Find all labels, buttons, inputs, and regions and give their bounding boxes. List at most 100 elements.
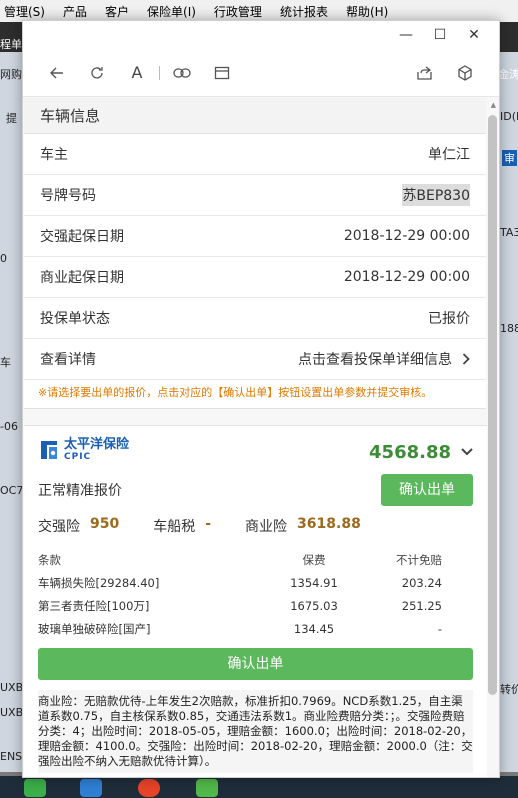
menu-item[interactable]: 管理(S) bbox=[4, 3, 45, 20]
owner-value: 单仁江 bbox=[428, 147, 470, 163]
bg-fragment: 0 bbox=[0, 252, 7, 265]
owner-row: 车主 单仁江 bbox=[24, 134, 486, 175]
compulsory-value: 950 bbox=[90, 516, 120, 532]
compulsory-label: 交强险 bbox=[38, 519, 80, 535]
bg-fragment: 提 bbox=[6, 112, 17, 125]
minimize-button[interactable]: — bbox=[389, 27, 423, 43]
share-icon[interactable] bbox=[405, 58, 445, 88]
background-left-panel bbox=[0, 52, 22, 772]
coverage-table: 条款 保费 不计免赔 车辆损失险[29284.40] 1354.91 203.2… bbox=[38, 548, 473, 640]
commercial-value: 3618.88 bbox=[297, 516, 361, 532]
policy-status-row: 投保单状态 已报价 bbox=[24, 298, 486, 339]
view-details-label: 查看详情 bbox=[40, 352, 96, 368]
chevron-down-icon[interactable] bbox=[461, 445, 473, 460]
bg-fragment: 程单 bbox=[0, 38, 22, 51]
insurer-logo: 太平洋保险 CPIC bbox=[38, 438, 129, 464]
menu-item[interactable]: 客户 bbox=[105, 3, 129, 20]
owner-label: 车主 bbox=[40, 147, 68, 163]
premium-cell: 1675.03 bbox=[290, 598, 338, 613]
bg-fragment: -06 bbox=[0, 420, 18, 433]
vertical-scrollbar[interactable] bbox=[488, 115, 497, 695]
bg-fragment: OC7 bbox=[0, 484, 24, 497]
arrow-left-icon[interactable] bbox=[37, 58, 77, 88]
deductible-cell: - bbox=[437, 621, 442, 636]
insurer-name-en: CPIC bbox=[64, 452, 92, 462]
premium-cell: 134.45 bbox=[293, 621, 335, 636]
link-icon[interactable] bbox=[162, 58, 202, 88]
premium-cell: 1354.91 bbox=[290, 575, 338, 590]
page-content: 车辆信息 车主 单仁江 号牌号码 苏BEP830 交强起保日期 2018-12-… bbox=[23, 98, 487, 777]
bg-fragment: 车 bbox=[0, 356, 11, 369]
bg-fragment: UXB bbox=[0, 681, 24, 694]
bg-fragment: ID(P bbox=[500, 110, 518, 123]
plate-value: 苏BEP830 bbox=[402, 184, 470, 206]
table-row: 车辆损失险[29284.40] 1354.91 203.24 bbox=[38, 571, 473, 594]
compulsory-start-value: 2018-12-29 00:00 bbox=[343, 228, 470, 244]
menu-item[interactable]: 产品 bbox=[63, 3, 87, 20]
close-button[interactable]: ✕ bbox=[457, 27, 491, 43]
deductible-cell: 203.24 bbox=[401, 575, 442, 590]
browser-toolbar: A bbox=[23, 49, 499, 97]
bg-fragment: 网购 bbox=[0, 68, 22, 81]
commercial-start-row: 商业起保日期 2018-12-29 00:00 bbox=[24, 257, 486, 298]
refresh-icon[interactable] bbox=[77, 58, 117, 88]
chevron-right-icon bbox=[462, 350, 470, 369]
bg-fragment: 188 bbox=[500, 322, 518, 335]
header-deductible: 不计免赔 bbox=[396, 552, 442, 567]
table-row: 玻璃单独破碎险[国产] 134.45 - bbox=[38, 617, 473, 640]
cpic-logo-icon bbox=[38, 439, 60, 463]
menu-item[interactable]: 统计报表 bbox=[280, 3, 328, 20]
table-header: 条款 保费 不计免赔 bbox=[38, 548, 473, 571]
menu-item[interactable]: 行政管理 bbox=[214, 3, 262, 20]
maximize-button[interactable]: ☐ bbox=[423, 27, 457, 43]
compulsory-start-row: 交强起保日期 2018-12-29 00:00 bbox=[24, 216, 486, 257]
bg-fragment: 转价 bbox=[500, 683, 518, 696]
confirm-issue-wide-button[interactable]: 确认出单 bbox=[38, 648, 473, 680]
header-clause: 条款 bbox=[38, 552, 61, 567]
table-row: 第三者责任险[100万] 1675.03 251.25 bbox=[38, 594, 473, 617]
instruction-tip: ※请选择要出单的报价，点击对应的【确认出单】按钮设置出单参数并提交审核。 bbox=[24, 380, 486, 409]
taskbar-app-icon[interactable] bbox=[24, 779, 46, 797]
commercial-start-value: 2018-12-29 00:00 bbox=[343, 269, 470, 285]
quote-remark: 商业险：无赔款优待-上年发生2次赔款，标准折扣0.7969。NCD系数1.25，… bbox=[38, 690, 473, 773]
clause-cell: 第三者责任险[100万] bbox=[38, 598, 150, 613]
taskbar-wechat-icon[interactable] bbox=[196, 779, 218, 797]
compulsory-start-label: 交强起保日期 bbox=[40, 229, 124, 245]
vehicle-info-card: 车辆信息 车主 单仁江 号牌号码 苏BEP830 交强起保日期 2018-12-… bbox=[24, 98, 486, 409]
menu-item[interactable]: 帮助(H) bbox=[346, 3, 388, 20]
policy-status-label: 投保单状态 bbox=[40, 311, 110, 327]
confirm-issue-button[interactable]: 确认出单 bbox=[381, 474, 473, 506]
taskbar-app-icon[interactable] bbox=[138, 779, 160, 797]
vehicle-info-title: 车辆信息 bbox=[24, 98, 486, 134]
scroll-up-arrow-icon[interactable]: ▲ bbox=[491, 101, 496, 109]
policy-status-value: 已报价 bbox=[428, 311, 470, 327]
quote-card: 太平洋保险 CPIC 4568.88 正常精准报价 确认出单 交强险 950 车… bbox=[24, 425, 487, 777]
bg-fragment: 金涛 bbox=[498, 68, 518, 81]
quote-total: 4568.88 bbox=[369, 442, 451, 463]
view-details-link[interactable]: 点击查看投保单详细信息 bbox=[298, 349, 452, 369]
taskbar-app-icon[interactable] bbox=[80, 779, 102, 797]
plate-label: 号牌号码 bbox=[40, 188, 96, 204]
view-details-row[interactable]: 查看详情 点击查看投保单详细信息 bbox=[24, 339, 486, 380]
commercial-start-label: 商业起保日期 bbox=[40, 270, 124, 286]
bg-fragment: TA3 bbox=[500, 226, 518, 239]
font-size-button[interactable]: A bbox=[117, 58, 157, 88]
quote-type: 正常精准报价 bbox=[38, 483, 122, 499]
premium-summary: 交强险 950 车船税 - 商业险 3618.88 bbox=[38, 516, 473, 536]
insurer-name-cn: 太平洋保险 bbox=[64, 437, 130, 452]
bg-fragment: ENS bbox=[0, 750, 23, 763]
clause-cell: 玻璃单独破碎险[国产] bbox=[38, 621, 151, 636]
bg-fragment: UXB bbox=[0, 706, 24, 719]
taskbar bbox=[0, 776, 518, 798]
cube-icon[interactable] bbox=[445, 58, 485, 88]
clause-cell: 车辆损失险[29284.40] bbox=[38, 575, 160, 590]
popup-window: — ☐ ✕ A 车辆信息 车主 单仁江 号牌号码 苏BEP830 交强起保日期 … bbox=[22, 20, 500, 778]
window-titlebar: — ☐ ✕ bbox=[23, 21, 499, 49]
plate-row: 号牌号码 苏BEP830 bbox=[24, 175, 486, 216]
header-premium: 保费 bbox=[302, 552, 326, 567]
vehicle-tax-value: - bbox=[205, 516, 212, 532]
commercial-label: 商业险 bbox=[245, 519, 288, 535]
tab-icon[interactable] bbox=[202, 58, 242, 88]
menu-item[interactable]: 保险单(I) bbox=[147, 3, 196, 20]
toolbar-divider bbox=[159, 65, 160, 80]
